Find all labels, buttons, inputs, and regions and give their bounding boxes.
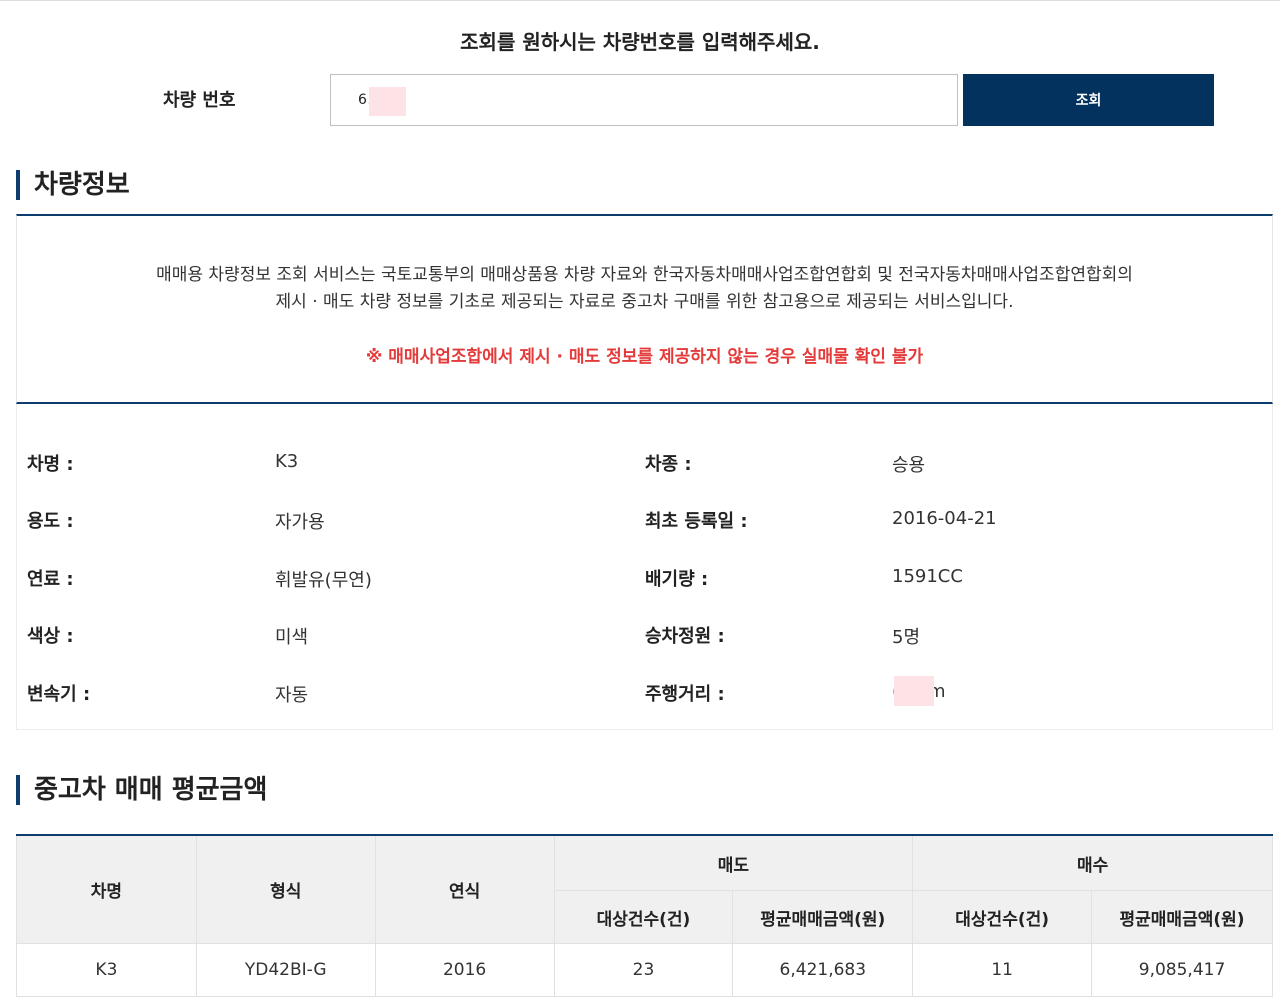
field-label: 차종 :	[645, 454, 692, 475]
cell-buy-count: 11	[912, 943, 1093, 997]
car-number-input[interactable]: 62 18	[330, 74, 958, 126]
notice-warning: ※ 매매사업조합에서 제시 · 매도 정보를 제공하지 않는 경우 실매물 확인…	[365, 347, 924, 367]
field-value: 휘발유(무연)	[275, 570, 372, 591]
redaction-mask	[369, 87, 406, 116]
col-header-name: 차명	[16, 834, 197, 944]
field-label: 차명 :	[27, 454, 74, 475]
col-header-sell: 매도	[553, 834, 914, 891]
cell-year: 2016	[374, 943, 555, 997]
notice-line-2: 제시 · 매도 차량 정보를 기초로 제공되는 자료로 중고차 구매를 위한 참…	[275, 292, 1014, 312]
field-label: 주행거리 :	[645, 684, 725, 705]
cell-sell-count: 23	[553, 943, 734, 997]
search-button[interactable]: 조회	[963, 74, 1214, 126]
cell-model: YD42BI-G	[195, 943, 376, 997]
car-number-label: 차량 번호	[163, 90, 236, 111]
field-label: 색상 :	[27, 626, 74, 647]
table-header-row: 차명 형식 연식 매도 매수	[16, 834, 1273, 944]
field-value: K3	[275, 451, 299, 472]
field-value: 2016-04-21	[892, 508, 997, 529]
notice-line-1: 매매용 차량정보 조회 서비스는 국토교통부의 매매상품용 차량 자료와 한국자…	[156, 265, 1133, 285]
field-value: 미색	[275, 627, 309, 648]
field-label: 변속기 :	[27, 684, 91, 705]
field-label: 연료 :	[27, 569, 74, 590]
cell-name: K3	[16, 943, 197, 997]
section-title-avg-price: 중고차 매매 평균금액	[16, 775, 267, 805]
field-value: 자가용	[275, 512, 325, 533]
cell-buy-avg: 9,085,417	[1091, 943, 1273, 997]
section-title-vehicle-info: 차량정보	[16, 170, 130, 200]
lookup-prompt: 조회를 원하시는 차량번호를 입력해주세요.	[460, 30, 820, 54]
col-header-sell-count: 대상건수(건)	[553, 890, 734, 944]
col-header-buy-avg: 평균매매금액(원)	[1091, 890, 1273, 944]
col-header-year: 연식	[374, 834, 555, 944]
field-label: 용도 :	[27, 511, 74, 532]
cell-sell-avg: 6,421,683	[732, 943, 914, 997]
field-value: 5명	[892, 627, 921, 648]
col-header-buy: 매수	[912, 834, 1273, 891]
vehicle-info-grid: 차명 : K3 차종 : 승용 용도 : 자가용 최초 등록일 : 2016-0…	[16, 404, 1273, 730]
top-divider	[0, 0, 1280, 1]
service-notice: 매매용 차량정보 조회 서비스는 국토교통부의 매매상품용 차량 자료와 한국자…	[16, 214, 1273, 404]
col-header-sell-avg: 평균매매금액(원)	[732, 890, 914, 944]
field-label: 승차정원 :	[645, 626, 725, 647]
field-label: 최초 등록일 :	[645, 511, 748, 532]
table-row: K3 YD42BI-G 2016 23 6,421,683 11 9,085,4…	[16, 943, 1273, 997]
field-value: 승용	[892, 455, 926, 476]
field-label: 배기량 :	[645, 569, 709, 590]
col-header-model: 형식	[195, 834, 376, 944]
redaction-mask	[894, 676, 934, 706]
col-header-buy-count: 대상건수(건)	[912, 890, 1093, 944]
field-value: 1591CC	[892, 566, 963, 587]
field-value: 자동	[275, 685, 309, 706]
avg-price-table: 차명 형식 연식 매도 매수 대상건수(건) 평균매매금액(원) 대상건수(건)…	[16, 834, 1273, 997]
